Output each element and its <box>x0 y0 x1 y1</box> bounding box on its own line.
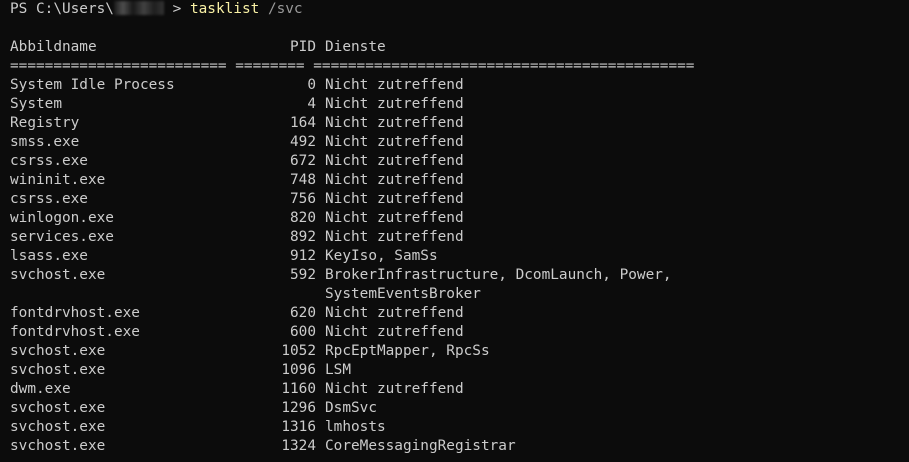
cell-pid: 748 <box>290 172 316 188</box>
prompt-prefix: PS C:\Users\ <box>10 1 114 17</box>
prompt-suffix: > <box>163 1 190 17</box>
cell-services: LSM <box>325 362 351 378</box>
cell-services: Nicht zutreffend <box>325 229 464 245</box>
table-row: csrss.exe 756 Nicht zutreffend <box>10 190 909 209</box>
cell-services: RpcEptMapper, RpcSs <box>325 343 490 359</box>
cell-name: smss.exe <box>10 134 80 150</box>
cell-name: dwm.exe <box>10 381 71 397</box>
cell-services: lmhosts <box>325 419 386 435</box>
table-row: fontdrvhost.exe 620 Nicht zutreffend <box>10 304 909 323</box>
command-argument: /svc <box>259 1 303 17</box>
table-row: svchost.exe 1316 lmhosts <box>10 418 909 437</box>
table-row: svchost.exe 1324 CoreMessagingRegistrar <box>10 437 909 456</box>
cell-services: CoreMessagingRegistrar <box>325 438 516 454</box>
table-row: svchost.exe 592 BrokerInfrastructure, Dcom… <box>10 266 909 285</box>
table-row: winlogon.exe 820 Nicht zutreffend <box>10 209 909 228</box>
cell-services: SystemEventsBroker <box>325 286 481 302</box>
cell-name: svchost.exe <box>10 400 106 416</box>
cell-pid: 0 <box>307 77 316 93</box>
table-row: services.exe 892 Nicht zutreffend <box>10 228 909 247</box>
cell-pid: 820 <box>290 210 316 226</box>
cell-services: DsmSvc <box>325 400 377 416</box>
cell-pid: 600 <box>290 324 316 340</box>
table-row: lsass.exe 912 KeyIso, SamSs <box>10 247 909 266</box>
cell-name: winlogon.exe <box>10 210 114 226</box>
cell-name: wininit.exe <box>10 172 106 188</box>
cell-pid: 1316 <box>281 419 316 435</box>
terminal-window[interactable]: PS C:\Users\ > tasklist /svc Abbildname P… <box>0 0 909 462</box>
table-row: Registry 164 Nicht zutreffend <box>10 114 909 133</box>
table-row: System 4 Nicht zutreffend <box>10 95 909 114</box>
command-name: tasklist <box>189 1 260 17</box>
cell-services: Nicht zutreffend <box>325 115 464 131</box>
cell-name: lsass.exe <box>10 248 88 264</box>
header-pid: PID <box>290 39 316 55</box>
cell-services: BrokerInfrastructure, DcomLaunch, Power, <box>325 267 672 283</box>
cell-name: svchost.exe <box>10 362 106 378</box>
table-row: System Idle Process 0 Nicht zutreffend <box>10 76 909 95</box>
cell-pid: 1324 <box>281 438 316 454</box>
cell-name: System <box>10 96 62 112</box>
table-row: wininit.exe 748 Nicht zutreffend <box>10 171 909 190</box>
cell-name: csrss.exe <box>10 191 88 207</box>
cell-pid: 592 <box>290 267 316 283</box>
cell-name <box>10 285 226 304</box>
table-row: svchost.exe 1096 LSM <box>10 361 909 380</box>
cell-services: Nicht zutreffend <box>325 134 464 150</box>
cell-name: services.exe <box>10 229 114 245</box>
cell-pid: 672 <box>290 153 316 169</box>
cell-services: Nicht zutreffend <box>325 153 464 169</box>
table-row: fontdrvhost.exe 600 Nicht zutreffend <box>10 323 909 342</box>
table-header: Abbildname PID Dienste <box>10 38 909 57</box>
cell-pid: 492 <box>290 134 316 150</box>
cell-pid <box>226 285 316 304</box>
process-list: System Idle Process 0 Nicht zutreffend Syst… <box>10 76 909 456</box>
cell-name: svchost.exe <box>10 267 106 283</box>
cell-name: svchost.exe <box>10 438 106 454</box>
cell-name: fontdrvhost.exe <box>10 305 140 321</box>
cell-pid: 1052 <box>281 343 316 359</box>
table-row: svchost.exe 1296 DsmSvc <box>10 399 909 418</box>
cell-name: Registry <box>10 115 80 131</box>
header-services: Dienste <box>325 39 386 55</box>
table-row: dwm.exe 1160 Nicht zutreffend <box>10 380 909 399</box>
cell-pid: 912 <box>290 248 316 264</box>
cell-pid: 1160 <box>281 381 316 397</box>
cell-services: Nicht zutreffend <box>325 381 464 397</box>
cell-services: Nicht zutreffend <box>325 77 464 93</box>
cell-name: svchost.exe <box>10 343 106 359</box>
cell-pid: 4 <box>307 96 316 112</box>
cell-services: Nicht zutreffend <box>325 210 464 226</box>
cell-services: Nicht zutreffend <box>325 191 464 207</box>
cell-pid: 1096 <box>281 362 316 378</box>
cell-pid: 756 <box>290 191 316 207</box>
header-name: Abbildname <box>10 39 97 55</box>
prompt-line: PS C:\Users\ > tasklist /svc <box>10 0 909 19</box>
cell-name: svchost.exe <box>10 419 106 435</box>
cell-services: Nicht zutreffend <box>325 324 464 340</box>
table-row: SystemEventsBroker <box>10 285 909 304</box>
cell-pid: 164 <box>290 115 316 131</box>
cell-services: KeyIso, SamSs <box>325 248 438 264</box>
cell-services: Nicht zutreffend <box>325 305 464 321</box>
cell-name: fontdrvhost.exe <box>10 324 140 340</box>
redacted-username <box>113 1 164 15</box>
table-row: svchost.exe 1052 RpcEptMapper, RpcSs <box>10 342 909 361</box>
table-row: smss.exe 492 Nicht zutreffend <box>10 133 909 152</box>
cell-pid: 620 <box>290 305 316 321</box>
cell-services: Nicht zutreffend <box>325 172 464 188</box>
header-separator: ========================= ======== =====… <box>10 58 695 74</box>
table-row: csrss.exe 672 Nicht zutreffend <box>10 152 909 171</box>
cell-pid: 892 <box>290 229 316 245</box>
cell-name: csrss.exe <box>10 153 88 169</box>
cell-services: Nicht zutreffend <box>325 96 464 112</box>
cell-name: System Idle Process <box>10 77 175 93</box>
cell-pid: 1296 <box>281 400 316 416</box>
